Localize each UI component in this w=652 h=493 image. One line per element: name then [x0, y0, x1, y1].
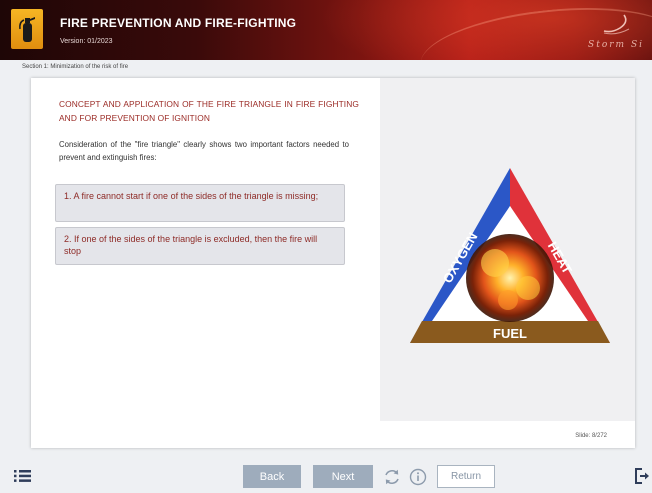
info-icon[interactable]	[409, 468, 427, 491]
slide-intro: Consideration of the "fire triangle" cle…	[59, 140, 349, 162]
fire-extinguisher-icon	[11, 9, 43, 49]
slide-card: CONCEPT AND APPLICATION OF THE FIRE TRIA…	[31, 78, 635, 448]
refresh-icon[interactable]	[383, 468, 401, 491]
slide-heading: CONCEPT AND APPLICATION OF THE FIRE TRIA…	[59, 99, 359, 123]
fire-triangle-illustration: OXYGEN HEAT FUEL	[410, 168, 610, 343]
point-item-2: 2. If one of the sides of the triangle i…	[55, 227, 345, 265]
point-item-1: 1. A fire cannot start if one of the sid…	[55, 184, 345, 222]
brand-text: Storm Si	[588, 40, 644, 50]
breadcrumb: Section 1: Minimization of the risk of f…	[22, 64, 129, 70]
next-button[interactable]: Next	[313, 465, 373, 488]
menu-icon[interactable]	[14, 469, 32, 488]
fuel-label: FUEL	[493, 326, 527, 341]
exit-icon[interactable]	[634, 467, 650, 490]
app-title: FIRE PREVENTION AND FIRE-FIGHTING	[60, 16, 297, 30]
brand-logo: Storm Si	[564, 14, 644, 50]
back-button[interactable]: Back	[243, 465, 301, 488]
slide-counter: Slide: 8/272	[575, 433, 607, 439]
app-header: FIRE PREVENTION AND FIRE-FIGHTING Versio…	[0, 0, 652, 60]
return-button[interactable]: Return	[437, 465, 495, 488]
illustration-panel: OXYGEN HEAT FUEL	[380, 78, 635, 421]
version-label: Version: 01/2023	[60, 38, 113, 45]
